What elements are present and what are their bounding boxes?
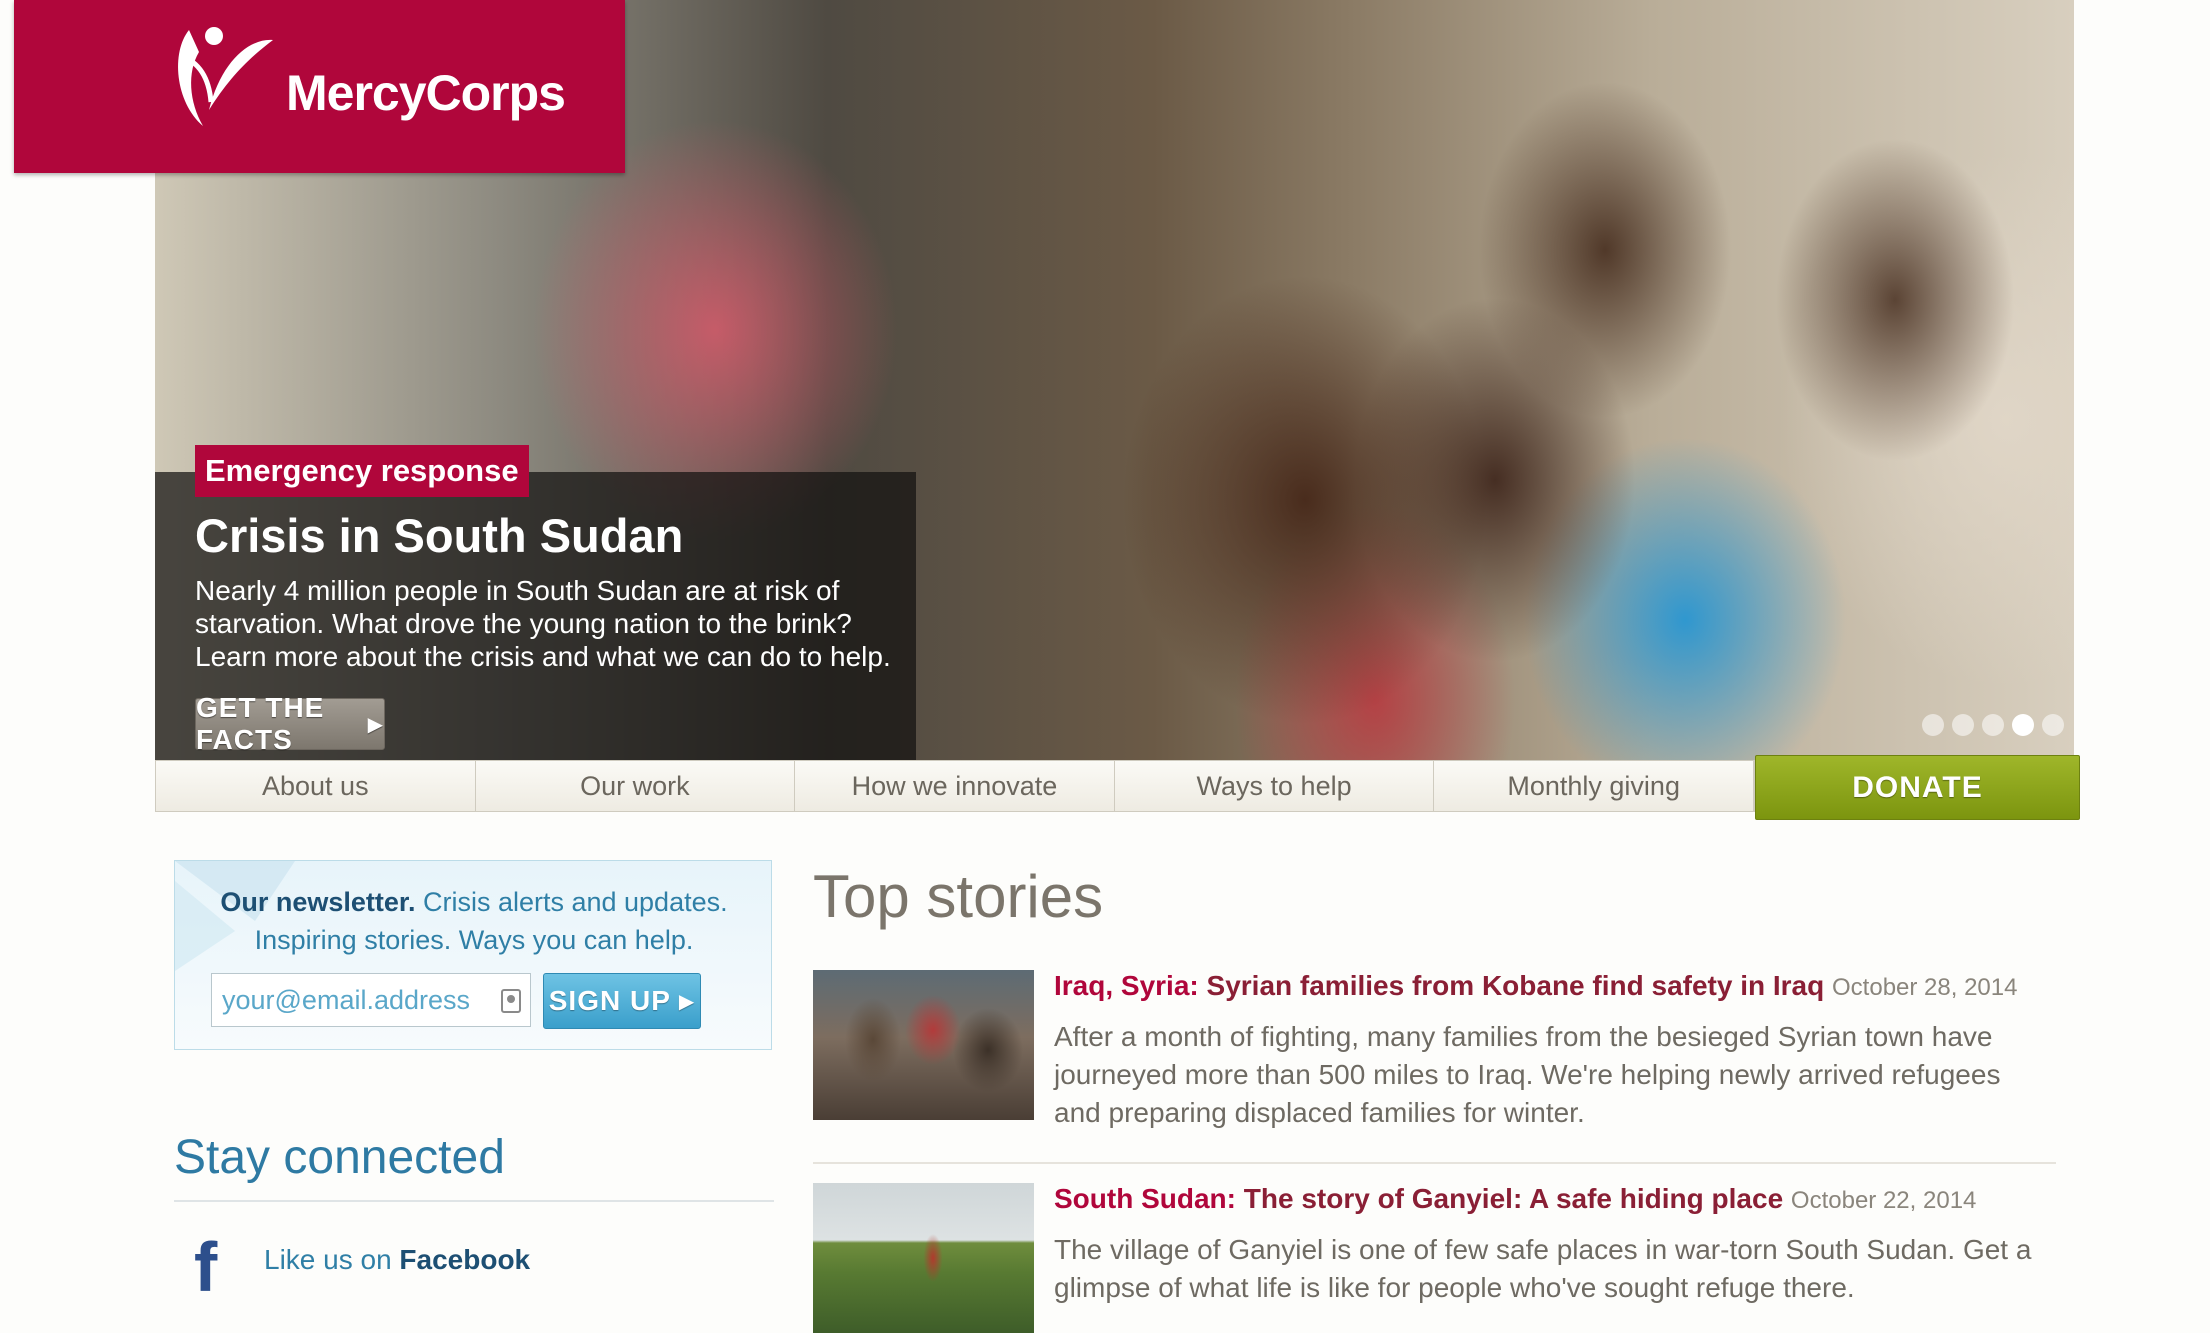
nav-monthly-giving[interactable]: Monthly giving bbox=[1434, 761, 1754, 811]
nav-about-us[interactable]: About us bbox=[156, 761, 476, 811]
slide-dot[interactable] bbox=[1982, 714, 2004, 736]
hero-body: Nearly 4 million people in South Sudan a… bbox=[195, 575, 891, 672]
get-the-facts-label: GET THE FACTS bbox=[196, 692, 325, 755]
newsletter-box: Our newsletter. Crisis alerts and update… bbox=[174, 860, 772, 1050]
story-thumbnail[interactable] bbox=[813, 1183, 1034, 1333]
story-region: South Sudan: bbox=[1054, 1183, 1236, 1214]
slide-dot[interactable] bbox=[2042, 714, 2064, 736]
hero-title[interactable]: Crisis in South Sudan bbox=[195, 508, 683, 563]
story-title: The story of Ganyiel: A safe hiding plac… bbox=[1243, 1183, 1784, 1214]
story-thumbnail[interactable] bbox=[813, 970, 1034, 1120]
slide-indicators bbox=[1922, 714, 2064, 736]
newsletter-line1: Crisis alerts and updates. bbox=[415, 887, 728, 917]
facebook-icon[interactable]: f bbox=[194, 1232, 217, 1302]
facebook-name: Facebook bbox=[399, 1244, 531, 1275]
divider bbox=[174, 1200, 774, 1202]
story-headline[interactable]: South Sudan: The story of Ganyiel: A saf… bbox=[1054, 1183, 1976, 1215]
story-summary: The village of Ganyiel is one of few saf… bbox=[1054, 1234, 2032, 1303]
donate-button[interactable]: DONATE bbox=[1755, 755, 2080, 820]
hero-tag: Emergency response bbox=[195, 445, 529, 497]
sign-up-button[interactable]: SIGN UP ▶ bbox=[543, 973, 701, 1029]
slide-dot[interactable] bbox=[1922, 714, 1944, 736]
mercycorps-logo[interactable]: MercyCorps bbox=[14, 0, 625, 173]
story-item: South Sudan: The story of Ganyiel: A saf… bbox=[813, 1183, 2056, 1333]
story-region: Iraq, Syria: bbox=[1054, 970, 1199, 1001]
contact-card-icon bbox=[501, 989, 521, 1013]
logo-wordmark: MercyCorps bbox=[286, 65, 566, 121]
story-title: Syrian families from Kobane find safety … bbox=[1206, 970, 1825, 1001]
chevron-right-icon: ▶ bbox=[367, 713, 384, 736]
stay-connected-heading: Stay connected bbox=[174, 1131, 505, 1184]
sign-up-label: SIGN UP bbox=[548, 985, 671, 1016]
nav-ways-to-help[interactable]: Ways to help bbox=[1115, 761, 1435, 811]
chevron-right-icon: ▶ bbox=[678, 990, 696, 1013]
divider bbox=[813, 1162, 2056, 1164]
nav-how-we-innovate[interactable]: How we innovate bbox=[795, 761, 1115, 811]
newsletter-line2: Inspiring stories. Ways you can help. bbox=[254, 925, 694, 955]
nav-our-work[interactable]: Our work bbox=[476, 761, 796, 811]
slide-dot[interactable] bbox=[1952, 714, 1974, 736]
main-navigation: About us Our work How we innovate Ways t… bbox=[155, 760, 1755, 812]
newsletter-lead: Our newsletter. bbox=[220, 887, 416, 917]
story-summary: After a month of fighting, many families… bbox=[1054, 1021, 2001, 1128]
mercycorps-logo-icon bbox=[178, 27, 273, 126]
facebook-link[interactable]: Like us on Facebook bbox=[264, 1244, 530, 1276]
story-headline[interactable]: Iraq, Syria: Syrian families from Kobane… bbox=[1054, 970, 2017, 1002]
story-date: October 28, 2014 bbox=[1832, 974, 2018, 1001]
email-input[interactable] bbox=[211, 973, 531, 1027]
facebook-prefix: Like us on bbox=[264, 1244, 400, 1275]
top-stories-heading: Top stories bbox=[813, 863, 1104, 930]
story-date: October 22, 2014 bbox=[1790, 1187, 1977, 1214]
newsletter-text: Our newsletter. Crisis alerts and update… bbox=[175, 883, 773, 959]
story-item: Iraq, Syria: Syrian families from Kobane… bbox=[813, 970, 2056, 1160]
slide-dot-active[interactable] bbox=[2012, 714, 2034, 736]
get-the-facts-button[interactable]: GET THE FACTS ▶ bbox=[195, 692, 385, 755]
